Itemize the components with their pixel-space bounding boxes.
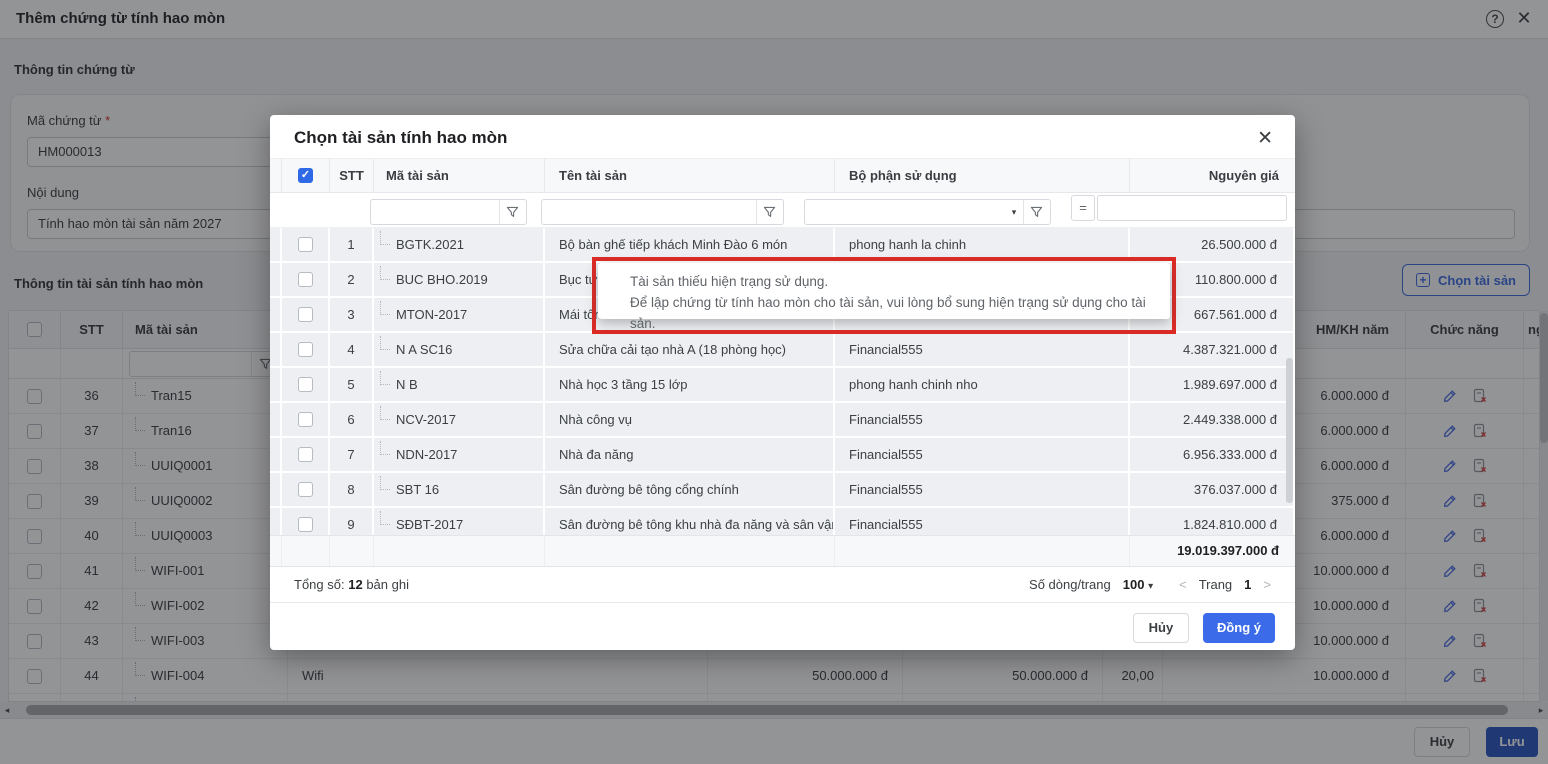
warning-line-1: Tài sản thiếu hiện trạng sử dụng. — [630, 271, 1160, 292]
select-all-checkbox[interactable]: ✓ — [298, 168, 313, 183]
row-checkbox[interactable] — [298, 307, 313, 322]
page-size-select[interactable]: 100 ▾ — [1123, 577, 1153, 592]
filter-ten-input[interactable] — [542, 200, 756, 224]
tree-indent-icon — [380, 231, 390, 245]
select-assets-modal: Chọn tài sản tính hao mòn ✕ ✓ STT Mã tài… — [270, 115, 1295, 650]
col-ma-tai-san: Mã tài sản — [374, 159, 545, 192]
prev-page-icon[interactable]: < — [1179, 577, 1187, 592]
page-label: Trang — [1199, 577, 1232, 592]
col-stt: STT — [330, 159, 374, 192]
tree-indent-icon — [380, 476, 390, 490]
tree-indent-icon — [380, 406, 390, 420]
list-item[interactable]: 8 SBT 16 Sân đường bê tông cổng chính Fi… — [270, 473, 1295, 508]
modal-close-icon[interactable]: ✕ — [1257, 127, 1273, 150]
col-ten-tai-san: Tên tài sản — [545, 159, 835, 192]
filter-nguyen-gia-input[interactable] — [1098, 196, 1286, 220]
list-item[interactable]: 5 N B Nhà học 3 tầng 15 lớp phong hanh c… — [270, 368, 1295, 403]
total-nguyen-gia: 19.019.397.000 đ — [1130, 536, 1295, 566]
row-checkbox[interactable] — [298, 342, 313, 357]
warning-highlight-box: Tài sản thiếu hiện trạng sử dụng. Để lập… — [592, 257, 1176, 334]
filter-bo-phan-input[interactable] — [805, 200, 1005, 224]
modal-title: Chọn tài sản tính hao mòn — [294, 128, 507, 148]
warning-tooltip: Tài sản thiếu hiện trạng sử dụng. Để lập… — [598, 263, 1170, 319]
row-checkbox[interactable] — [298, 412, 313, 427]
row-checkbox[interactable] — [298, 517, 313, 532]
row-checkbox[interactable] — [298, 272, 313, 287]
warning-line-2: Để lập chứng từ tính hao mòn cho tài sản… — [630, 292, 1160, 334]
list-item[interactable]: 7 NDN-2017 Nhà đa năng Financial555 6.95… — [270, 438, 1295, 473]
row-checkbox[interactable] — [298, 237, 313, 252]
row-checkbox[interactable] — [298, 482, 313, 497]
row-checkbox[interactable] — [298, 377, 313, 392]
modal-filter-row: ▾ = — [270, 193, 1295, 228]
tree-indent-icon — [380, 441, 390, 455]
filter-icon[interactable] — [1023, 200, 1050, 224]
list-item[interactable]: 6 NCV-2017 Nhà công vụ Financial555 2.44… — [270, 403, 1295, 438]
page-size-label: Số dòng/trang — [1029, 577, 1111, 592]
caret-down-icon[interactable]: ▾ — [1005, 200, 1023, 224]
modal-ok-button[interactable]: Đồng ý — [1203, 613, 1275, 643]
filter-ma-input[interactable] — [371, 200, 499, 224]
tree-indent-icon — [380, 266, 390, 280]
tree-indent-icon — [380, 511, 390, 525]
next-page-icon[interactable]: > — [1263, 577, 1271, 592]
modal-table-header: ✓ STT Mã tài sản Tên tài sản Bộ phận sử … — [270, 158, 1295, 193]
row-checkbox[interactable] — [298, 447, 313, 462]
list-item[interactable]: 4 N A SC16 Sửa chữa cải tạo nhà A (18 ph… — [270, 333, 1295, 368]
modal-pagination-bar: Tổng số: 12 bản ghi Số dòng/trang 100 ▾ … — [270, 567, 1295, 603]
tree-indent-icon — [380, 371, 390, 385]
record-count: Tổng số: 12 bản ghi — [294, 577, 409, 592]
col-nguyen-gia: Nguyên giá — [1130, 159, 1295, 192]
filter-icon[interactable] — [756, 200, 783, 224]
equals-operator[interactable]: = — [1071, 195, 1095, 221]
modal-cancel-button[interactable]: Hủy — [1133, 613, 1189, 643]
modal-scrollbar-thumb[interactable] — [1286, 358, 1293, 503]
col-bo-phan-su-dung: Bộ phận sử dụng — [835, 159, 1130, 192]
filter-icon[interactable] — [499, 200, 526, 224]
modal-total-row: 19.019.397.000 đ — [270, 535, 1295, 567]
list-item[interactable]: 9 SĐBT-2017 Sân đường bê tông khu nhà đa… — [270, 508, 1295, 535]
tree-indent-icon — [380, 301, 390, 315]
modal-vertical-scrollbar[interactable] — [1286, 228, 1293, 535]
caret-down-icon: ▾ — [1148, 581, 1153, 592]
app-window: Thêm chứng từ tính hao mòn ? ✕ Thông tin… — [0, 0, 1548, 764]
current-page[interactable]: 1 — [1244, 577, 1251, 592]
tree-indent-icon — [380, 336, 390, 350]
